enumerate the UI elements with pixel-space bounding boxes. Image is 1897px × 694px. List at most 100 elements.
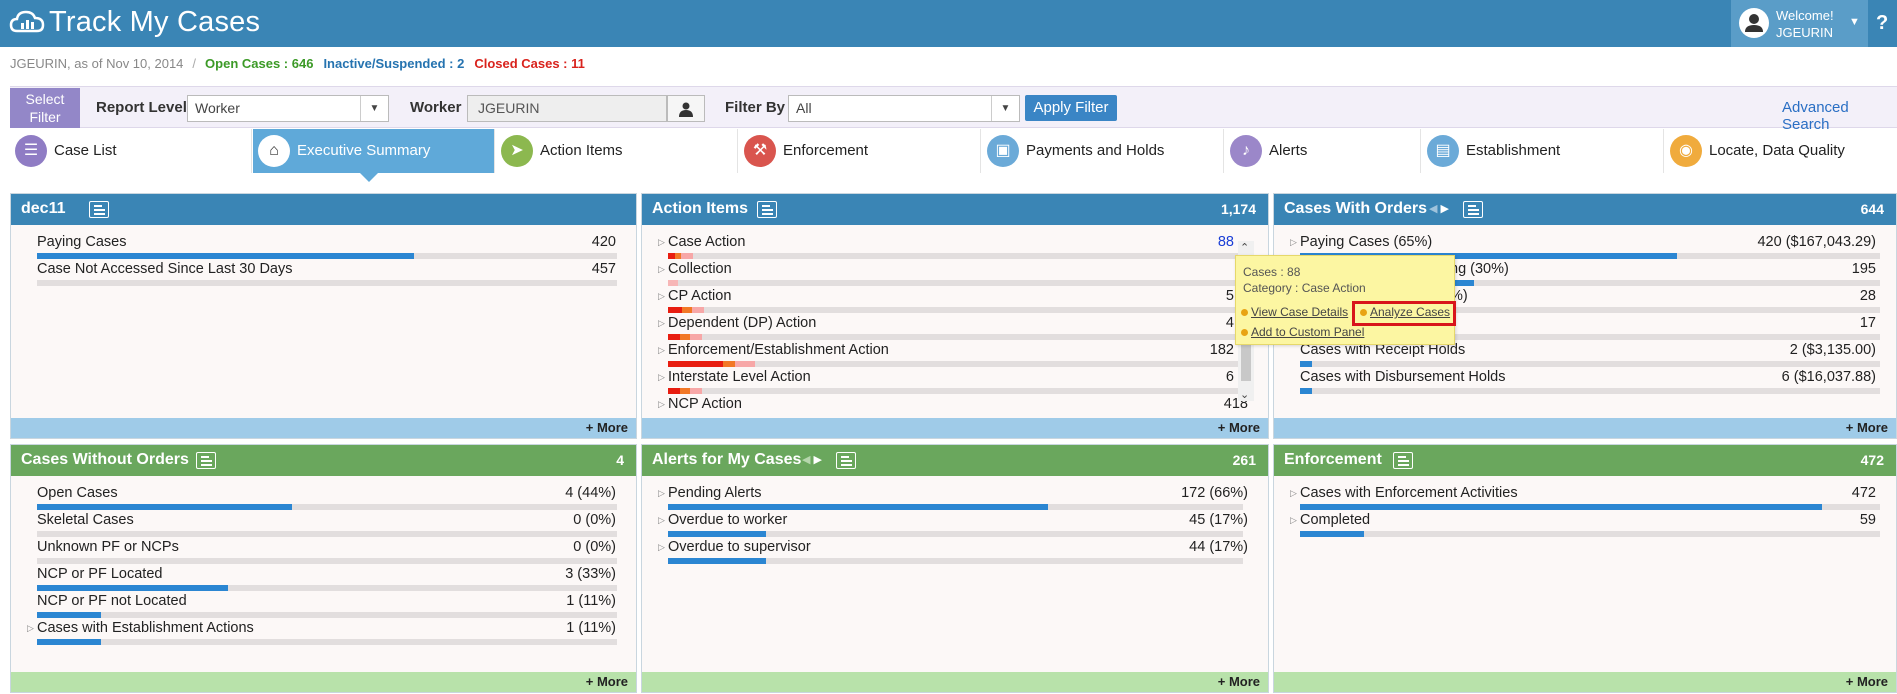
list-item[interactable]: ▷ Cases with Enforcement Activities 472 xyxy=(1274,485,1896,512)
pager-arrows[interactable]: ◀ ▶ xyxy=(802,453,822,466)
expand-icon[interactable]: ▷ xyxy=(658,542,665,553)
add-to-custom-panel-link[interactable]: Add to Custom Panel xyxy=(1251,325,1364,339)
list-item[interactable]: NCP or PF not Located 1 (11%) xyxy=(11,593,636,620)
help-icon[interactable]: ? xyxy=(1876,12,1897,35)
tab-label: Executive Summary xyxy=(297,142,431,159)
filter-by-select[interactable]: All ▼ xyxy=(788,95,1020,122)
report-level-select[interactable]: Worker ▼ xyxy=(187,95,389,122)
expand-icon[interactable]: ▷ xyxy=(658,345,665,356)
list-item[interactable]: ▷ Enforcement/Establishment Action 182 xyxy=(642,342,1268,369)
list-item[interactable]: ▷ Collection xyxy=(642,261,1268,288)
chevron-up-icon[interactable]: ⌃ xyxy=(1240,241,1249,254)
user-menu[interactable]: Welcome! JGEURIN ▼ xyxy=(1731,0,1868,47)
panel-cases-without-orders: Cases Without Orders 4 Open Cases 4 (44%… xyxy=(10,444,637,693)
list-item[interactable]: Cases with Receipt Holds 2 ($3,135.00) xyxy=(1274,342,1896,369)
row-label: Cases with Disbursement Holds xyxy=(1300,369,1506,385)
expand-icon[interactable]: ▷ xyxy=(658,399,665,410)
tab-action-items[interactable]: ➤ Action Items xyxy=(496,129,738,173)
tab-executive-summary[interactable]: ⌂ Executive Summary xyxy=(253,129,495,173)
list-item[interactable]: Skeletal Cases 0 (0%) xyxy=(11,512,636,539)
list-item[interactable]: Paying Cases 420 xyxy=(11,234,636,261)
report-icon[interactable] xyxy=(1393,452,1413,469)
list-icon: ☰ xyxy=(15,135,47,167)
money-icon: ▣ xyxy=(987,135,1019,167)
chevron-down-icon[interactable]: ⌄ xyxy=(1240,388,1249,401)
report-icon[interactable] xyxy=(836,452,856,469)
expand-icon[interactable]: ▷ xyxy=(27,623,34,634)
more-link[interactable]: + More xyxy=(642,672,1268,692)
report-icon[interactable] xyxy=(89,201,109,218)
more-link[interactable]: + More xyxy=(11,672,636,692)
active-tab-pointer xyxy=(360,173,378,182)
report-icon[interactable] xyxy=(196,452,216,469)
report-icon[interactable] xyxy=(757,201,777,218)
expand-icon[interactable]: ▷ xyxy=(658,291,665,302)
list-item[interactable]: ▷ Overdue to worker 45 (17%) xyxy=(642,512,1268,539)
worker-picker-button[interactable] xyxy=(667,95,705,122)
list-item[interactable]: ▷ CP Action 5 xyxy=(642,288,1268,315)
list-item[interactable]: ▷ Completed 59 xyxy=(1274,512,1896,539)
list-item[interactable]: NCP or PF Located 3 (33%) xyxy=(11,566,636,593)
panel-header: Cases With Orders ◀ ▶ 644 xyxy=(1274,194,1896,225)
expand-icon[interactable]: ▷ xyxy=(1290,515,1297,526)
more-link[interactable]: + More xyxy=(1274,418,1896,438)
tab-establishment[interactable]: ▤ Establishment xyxy=(1422,129,1664,173)
apply-filter-button[interactable]: Apply Filter xyxy=(1025,95,1117,121)
row-value[interactable]: 88 xyxy=(1218,234,1234,250)
list-item[interactable]: Unknown PF or NCPs 0 (0%) xyxy=(11,539,636,566)
row-value: 172 (66%) xyxy=(1181,485,1248,501)
list-item[interactable]: ▷ Dependent (DP) Action 4 xyxy=(642,315,1268,342)
list-item[interactable]: ▷ Interstate Level Action 6 xyxy=(642,369,1268,396)
tab-enforcement[interactable]: ⚒ Enforcement xyxy=(739,129,981,173)
list-item[interactable]: ▷ Overdue to supervisor 44 (17%) xyxy=(642,539,1268,566)
more-link[interactable]: + More xyxy=(642,418,1268,438)
pager-arrows[interactable]: ◀ ▶ xyxy=(1429,202,1449,215)
tab-locate-data-quality[interactable]: ◉ Locate, Data Quality xyxy=(1665,129,1897,173)
progress-segment xyxy=(668,334,680,340)
bullet-icon xyxy=(1241,309,1248,316)
more-link[interactable]: + More xyxy=(11,418,636,438)
tab-case-list[interactable]: ☰ Case List xyxy=(10,129,252,173)
expand-icon[interactable]: ▷ xyxy=(658,237,665,248)
expand-icon[interactable]: ▷ xyxy=(658,372,665,383)
highlight-box xyxy=(1352,301,1456,326)
inactive-cases-link[interactable]: Inactive/Suspended : 2 xyxy=(323,56,464,71)
bullet-icon xyxy=(1241,329,1248,336)
panel-dec11: dec11 Paying Cases 420 Case Not Accessed… xyxy=(10,193,637,439)
tab-payments-and-holds[interactable]: ▣ Payments and Holds xyxy=(982,129,1224,173)
list-item[interactable]: ▷ Case Action 88 xyxy=(642,234,1268,261)
open-cases-link[interactable]: Open Cases : 646 xyxy=(205,56,313,71)
summary-tabs: ☰ Case List ⌂ Executive Summary ➤ Action… xyxy=(10,129,1897,173)
list-item[interactable]: ▷ Pending Alerts 172 (66%) xyxy=(642,485,1268,512)
chevron-down-icon: ▼ xyxy=(360,96,388,121)
next-arrow-icon[interactable]: ▶ xyxy=(1441,203,1449,215)
report-icon[interactable] xyxy=(1463,201,1483,218)
list-item[interactable]: Case Not Accessed Since Last 30 Days 457 xyxy=(11,261,636,288)
row-label: Completed xyxy=(1300,512,1371,528)
expand-icon[interactable]: ▷ xyxy=(658,264,665,275)
row-value: 457 xyxy=(591,261,616,277)
expand-icon[interactable]: ▷ xyxy=(658,515,665,526)
app-logo[interactable]: Track My Cases xyxy=(9,6,260,39)
next-arrow-icon[interactable]: ▶ xyxy=(814,454,822,466)
chevron-down-icon: ▼ xyxy=(1849,16,1860,28)
prev-arrow-icon[interactable]: ◀ xyxy=(802,454,810,466)
more-link[interactable]: + More xyxy=(1274,672,1896,692)
list-item[interactable]: Cases with Disbursement Holds 6 ($16,037… xyxy=(1274,369,1896,396)
expand-icon[interactable]: ▷ xyxy=(658,318,665,329)
panel-enforcement: Enforcement 472 ▷ Cases with Enforcement… xyxy=(1273,444,1897,693)
tab-alerts[interactable]: ♪ Alerts xyxy=(1225,129,1421,173)
closed-cases-link[interactable]: Closed Cases : 11 xyxy=(474,56,585,71)
expand-icon[interactable]: ▷ xyxy=(1290,237,1297,248)
select-filter-button[interactable]: Select Filter xyxy=(10,88,80,128)
expand-icon[interactable]: ▷ xyxy=(1290,488,1297,499)
worker-input[interactable]: JGEURIN xyxy=(467,95,667,122)
list-item[interactable]: ▷ Cases with Establishment Actions 1 (11… xyxy=(11,620,636,647)
expand-icon[interactable]: ▷ xyxy=(658,488,665,499)
list-item[interactable]: Open Cases 4 (44%) xyxy=(11,485,636,512)
row-value: 28 xyxy=(1859,288,1876,304)
prev-arrow-icon[interactable]: ◀ xyxy=(1429,203,1437,215)
view-case-details-link[interactable]: View Case Details xyxy=(1251,305,1348,319)
advanced-search-link[interactable]: Advanced Search xyxy=(1782,99,1897,133)
progress-fill xyxy=(37,639,101,645)
